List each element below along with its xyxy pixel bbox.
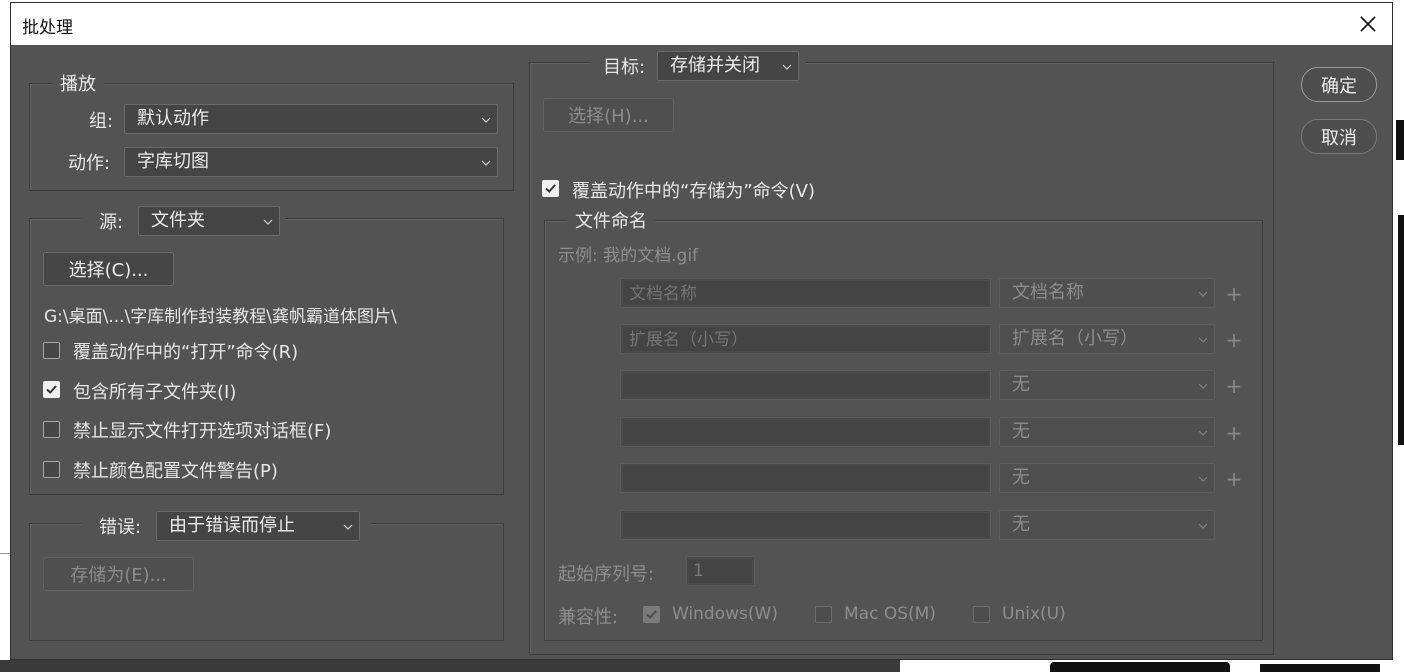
- naming-select-6[interactable]: 无: [999, 510, 1215, 540]
- naming-field-2[interactable]: [620, 324, 994, 355]
- naming-input-5[interactable]: [627, 464, 994, 494]
- background-ink-mark: [1050, 662, 1230, 672]
- include-subfolders-checkbox[interactable]: [43, 381, 60, 398]
- chevron-down-icon: [782, 62, 792, 72]
- file-naming-example: 示例: 我的文档.gif: [558, 246, 699, 266]
- source-path: G:\桌面\...\字库制作封装教程\龚帆霸道体图片\: [44, 307, 397, 327]
- action-select[interactable]: 字库切图: [124, 147, 498, 177]
- set-select[interactable]: 默认动作: [124, 104, 498, 134]
- compat-unix-checkbox[interactable]: [973, 606, 990, 623]
- naming-input-1[interactable]: [627, 279, 994, 309]
- file-naming-legend: 文件命名: [567, 207, 655, 233]
- chevron-down-icon: [1198, 289, 1208, 299]
- title-bar[interactable]: 批处理: [11, 3, 1392, 45]
- naming-select-1-value: 文档名称: [1012, 282, 1084, 303]
- compat-unix-label: Unix(U): [1002, 604, 1066, 624]
- chevron-down-icon: [1198, 474, 1208, 484]
- destination-select[interactable]: 存储并关闭: [657, 51, 799, 81]
- start-serial-value: 1: [693, 561, 704, 581]
- compat-windows-checkbox[interactable]: [643, 606, 660, 623]
- naming-select-2[interactable]: 扩展名（小写）: [999, 324, 1215, 354]
- naming-field-3[interactable]: [620, 370, 994, 401]
- naming-select-4[interactable]: 无: [999, 417, 1215, 447]
- compat-label: 兼容性:: [558, 607, 619, 628]
- suppress-color-warning-checkbox[interactable]: [43, 461, 60, 478]
- checkmark-icon: [646, 610, 657, 619]
- override-open-label: 覆盖动作中的“打开”命令(R): [73, 342, 299, 363]
- add-row-plus-icon[interactable]: +: [1225, 421, 1243, 445]
- source-select-value: 文件夹: [151, 210, 205, 231]
- chevron-down-icon: [263, 217, 273, 227]
- source-label: 源:: [99, 212, 124, 233]
- close-button[interactable]: [1344, 3, 1392, 45]
- naming-select-1[interactable]: 文档名称: [999, 278, 1215, 308]
- checkmark-icon: [46, 385, 57, 394]
- window-title: 批处理: [22, 18, 73, 38]
- ok-button[interactable]: 确定: [1301, 67, 1377, 102]
- play-legend: 播放: [52, 70, 104, 96]
- naming-select-5-value: 无: [1012, 467, 1030, 488]
- override-save-as-checkbox[interactable]: [542, 180, 559, 197]
- source-select[interactable]: 文件夹: [138, 206, 280, 236]
- close-icon: [1360, 16, 1376, 32]
- chevron-down-icon: [1198, 335, 1208, 345]
- chevron-down-icon: [481, 115, 491, 125]
- naming-field-6[interactable]: [620, 510, 994, 541]
- chevron-down-icon: [1198, 521, 1208, 531]
- naming-select-3[interactable]: 无: [999, 370, 1215, 400]
- naming-select-6-value: 无: [1012, 514, 1030, 535]
- add-row-plus-icon[interactable]: +: [1225, 374, 1243, 398]
- destination-label: 目标:: [603, 57, 646, 78]
- chevron-down-icon: [343, 522, 353, 532]
- errors-label: 错误:: [99, 517, 142, 538]
- naming-field-4[interactable]: [620, 417, 994, 448]
- add-row-plus-icon[interactable]: +: [1225, 282, 1243, 306]
- suppress-open-options-label: 禁止显示文件打开选项对话框(F): [73, 421, 332, 442]
- start-serial-label: 起始序列号:: [558, 564, 655, 585]
- add-row-plus-icon[interactable]: +: [1225, 467, 1243, 491]
- naming-field-1[interactable]: [620, 278, 994, 309]
- errors-select[interactable]: 由于错误而停止: [156, 511, 360, 541]
- suppress-open-options-checkbox[interactable]: [43, 421, 60, 438]
- compat-macos-label: Mac OS(M): [844, 604, 936, 624]
- chevron-down-icon: [1198, 381, 1208, 391]
- naming-select-2-value: 扩展名（小写）: [1012, 328, 1138, 349]
- background-ink-mark: [1396, 120, 1404, 160]
- cancel-button[interactable]: 取消: [1301, 119, 1377, 154]
- add-row-plus-icon[interactable]: +: [1225, 328, 1243, 352]
- naming-field-5[interactable]: [620, 463, 994, 494]
- naming-input-2[interactable]: [627, 325, 994, 355]
- include-subfolders-label: 包含所有子文件夹(I): [73, 382, 237, 403]
- naming-input-3[interactable]: [627, 371, 994, 401]
- errors-save-as-button[interactable]: 存储为(E)...: [43, 557, 194, 591]
- checkmark-icon: [545, 184, 556, 193]
- action-select-value: 字库切图: [137, 151, 209, 172]
- destination-choose-button[interactable]: 选择(H)...: [543, 98, 674, 132]
- naming-select-3-value: 无: [1012, 374, 1030, 395]
- naming-select-4-value: 无: [1012, 421, 1030, 442]
- destination-select-value: 存储并关闭: [670, 55, 760, 76]
- chevron-down-icon: [481, 158, 491, 168]
- set-label: 组:: [89, 111, 114, 132]
- background-guide-line: [0, 553, 10, 554]
- override-save-as-label: 覆盖动作中的“存储为”命令(V): [572, 181, 816, 202]
- naming-input-6[interactable]: [627, 511, 994, 541]
- override-open-checkbox[interactable]: [43, 342, 60, 359]
- source-choose-button[interactable]: 选择(C)...: [43, 252, 174, 286]
- compat-windows-label: Windows(W): [672, 604, 778, 624]
- errors-select-value: 由于错误而停止: [169, 515, 295, 536]
- compat-macos-checkbox[interactable]: [815, 606, 832, 623]
- background-ink-mark: [1398, 215, 1404, 445]
- action-label: 动作:: [68, 153, 111, 174]
- suppress-color-warning-label: 禁止颜色配置文件警告(P): [73, 461, 278, 482]
- set-select-value: 默认动作: [137, 108, 209, 129]
- start-serial-field[interactable]: 1: [686, 556, 755, 586]
- background-ink-mark: [1260, 664, 1380, 672]
- naming-select-5[interactable]: 无: [999, 463, 1215, 493]
- naming-input-4[interactable]: [627, 418, 994, 448]
- chevron-down-icon: [1198, 428, 1208, 438]
- batch-dialog: 批处理 确定 取消 播放 组: 默认动作 动作: 字库切图 源: 文件夹 选择(…: [10, 2, 1393, 660]
